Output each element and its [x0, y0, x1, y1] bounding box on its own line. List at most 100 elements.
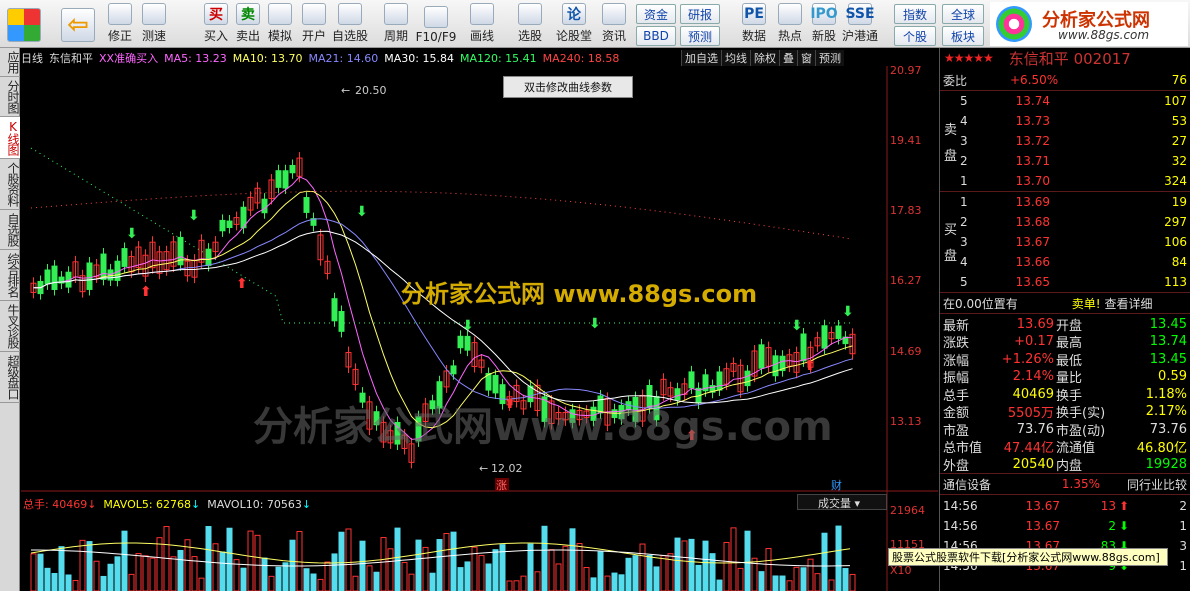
- toolbar-screen-button[interactable]: 选股: [512, 2, 548, 46]
- volume-bar: [380, 537, 387, 591]
- industry-row[interactable]: 通信设备 1.35% 同行业比较: [940, 474, 1190, 494]
- toolbar-document-button[interactable]: F10/F9: [416, 2, 456, 46]
- bids-row[interactable]: 3 13.67 106: [940, 232, 1190, 252]
- toolbar-small-button[interactable]: 板块: [942, 26, 984, 46]
- volume-bar: [324, 561, 331, 591]
- document-icon: [424, 6, 448, 28]
- bids-row[interactable]: 4 13.66 84: [940, 252, 1190, 272]
- bids-row[interactable]: 1 13.69 19: [940, 192, 1190, 212]
- toolbar-clock-button[interactable]: 周期: [378, 2, 414, 46]
- bids-level: 3: [960, 235, 968, 249]
- volume-bar: [352, 575, 359, 591]
- toolbar-star-button[interactable]: 自选股: [332, 2, 368, 46]
- toolbar-windows-logo-button[interactable]: [4, 2, 44, 46]
- toolbar-small-button[interactable]: 研报: [680, 4, 720, 24]
- toolbar-small-button[interactable]: 个股: [894, 26, 936, 46]
- candle-body: [44, 269, 51, 285]
- bids-row[interactable]: 2 13.68 297: [940, 212, 1190, 232]
- asks-row[interactable]: 1 13.70 324: [940, 171, 1190, 191]
- volume-bar: [443, 532, 450, 591]
- volume-bar: [562, 545, 569, 591]
- stat-row: 金额 5505万 换手(实) 2.17%: [940, 403, 1190, 421]
- leftnav-item[interactable]: 自选股: [0, 210, 20, 250]
- toolbar-sell-button[interactable]: 卖卖出: [230, 2, 266, 46]
- leftnav-item[interactable]: 分时图: [0, 77, 20, 117]
- bids-price: 13.65: [1015, 275, 1050, 289]
- toolbar-pencil-button[interactable]: 画线: [464, 2, 500, 46]
- volume-selector[interactable]: 成交量 ▾: [797, 494, 887, 510]
- webi-diff: 76: [1171, 73, 1187, 87]
- toolbar-small-label: 研报: [687, 7, 712, 22]
- toolbar-stopwatch-button[interactable]: 测速: [136, 2, 172, 46]
- toolbar-sse-hk-button[interactable]: SSE 沪港通: [842, 2, 878, 46]
- asks-row[interactable]: 5 13.74 107: [940, 91, 1190, 111]
- volume-bar: [331, 553, 338, 591]
- toolbar-back-arrow-button[interactable]: ⇦: [58, 2, 98, 46]
- volume-bar: [387, 548, 394, 591]
- webi-label: 委比: [943, 73, 968, 88]
- toolbar-news-button[interactable]: 资讯: [596, 2, 632, 46]
- asks-vol: 32: [1171, 154, 1187, 168]
- toolbar-small-label: 全球: [950, 7, 975, 22]
- candle-body: [338, 311, 345, 332]
- toolbar-discussion-button[interactable]: 论论股堂: [556, 2, 592, 46]
- volume-bar: [457, 567, 464, 591]
- candle-body: [821, 325, 828, 349]
- leftnav-item[interactable]: 个股资料: [0, 159, 20, 210]
- promo-banner[interactable]: 股票公式股票软件下载[分析家公式网www.88gs.com]: [888, 548, 1168, 566]
- volume-bar: [373, 571, 380, 591]
- stat-value: 13.69: [1016, 316, 1054, 332]
- toolbar-small-button[interactable]: 全球: [942, 4, 984, 24]
- sell-signal-arrow-icon: ⬇: [842, 304, 854, 320]
- volume-bar: [555, 563, 562, 591]
- asks-price: 13.70: [1015, 174, 1050, 188]
- volume-legend: 总手: 40469↓ MAVOL5: 62768↓ MAVOL10: 70563…: [23, 498, 312, 511]
- volume-bar: [604, 575, 611, 591]
- toolbar-small-button[interactable]: 资金: [636, 4, 676, 24]
- toolbar-hammer-button[interactable]: 模拟: [262, 2, 298, 46]
- sell-signal-arrow-icon: ⬇: [356, 204, 368, 220]
- bids-row[interactable]: 5 13.65 113: [940, 272, 1190, 292]
- toolbar-small-button[interactable]: 预测: [680, 26, 720, 46]
- toolbar-buy-button[interactable]: 买买入: [198, 2, 234, 46]
- toolbar-small-button[interactable]: BBD: [636, 26, 676, 46]
- asks-row[interactable]: 4 13.73 53: [940, 111, 1190, 131]
- leftnav-item[interactable]: 超级盘口: [0, 352, 20, 403]
- asks-row[interactable]: 3 13.72 27: [940, 131, 1190, 151]
- stat-label: 市盈(动): [1056, 423, 1106, 439]
- leftnav-item[interactable]: 应用: [0, 48, 20, 77]
- stat-label: 总市值: [943, 441, 983, 456]
- clock-icon: [384, 3, 408, 25]
- ma21-line: [33, 218, 853, 409]
- toolbar-lock-button[interactable]: 开户: [296, 2, 332, 46]
- volume-bar: [191, 556, 198, 591]
- candle-body: [744, 370, 751, 387]
- toolbar-button-label: 沪港通: [842, 29, 879, 43]
- toolbar-ipo-button[interactable]: IPO 新股: [806, 2, 842, 46]
- detail-link[interactable]: 查看详细: [1105, 295, 1153, 312]
- toolbar-small-button[interactable]: 指数: [894, 4, 936, 24]
- sell-signal-arrow-icon: ⬇: [188, 208, 200, 224]
- sell-notice: 卖单!: [1071, 296, 1101, 311]
- bids-vol: 19: [1171, 195, 1187, 209]
- leftnav-item[interactable]: K线图: [0, 117, 20, 159]
- leftnav-item[interactable]: 牛叉诊股: [0, 301, 20, 352]
- tick-count: 2: [1179, 499, 1187, 513]
- bids-level: 4: [960, 255, 968, 269]
- toolbar-pe-button[interactable]: PE 数据: [736, 2, 772, 46]
- volume-bar: [247, 530, 254, 591]
- toolbar-hot-button[interactable]: 热点: [772, 2, 808, 46]
- kline-chart-panel[interactable]: 日线 东信和平 XX准确买入 MA5: 13.23 MA10: 13.70 MA21: 1…: [21, 48, 938, 591]
- total-volume-label: 总手: 40469: [23, 498, 88, 511]
- asks-row[interactable]: 2 13.71 32: [940, 151, 1190, 171]
- toolbar-button-label: 热点: [777, 29, 802, 43]
- volume-bar: [590, 577, 597, 591]
- volume-bar: [429, 572, 436, 591]
- stat-row: 振幅 2.14% 量比 0.59: [940, 368, 1190, 386]
- toolbar-up-down-arrow-button[interactable]: 修正: [102, 2, 138, 46]
- volume-bar: [205, 526, 212, 591]
- sell-signal-arrow-icon: ⬇: [589, 316, 601, 332]
- stat-value: 47.44亿: [1003, 441, 1054, 456]
- finance-badge-label[interactable]: 财: [831, 478, 842, 492]
- leftnav-item[interactable]: 综合排名: [0, 250, 20, 301]
